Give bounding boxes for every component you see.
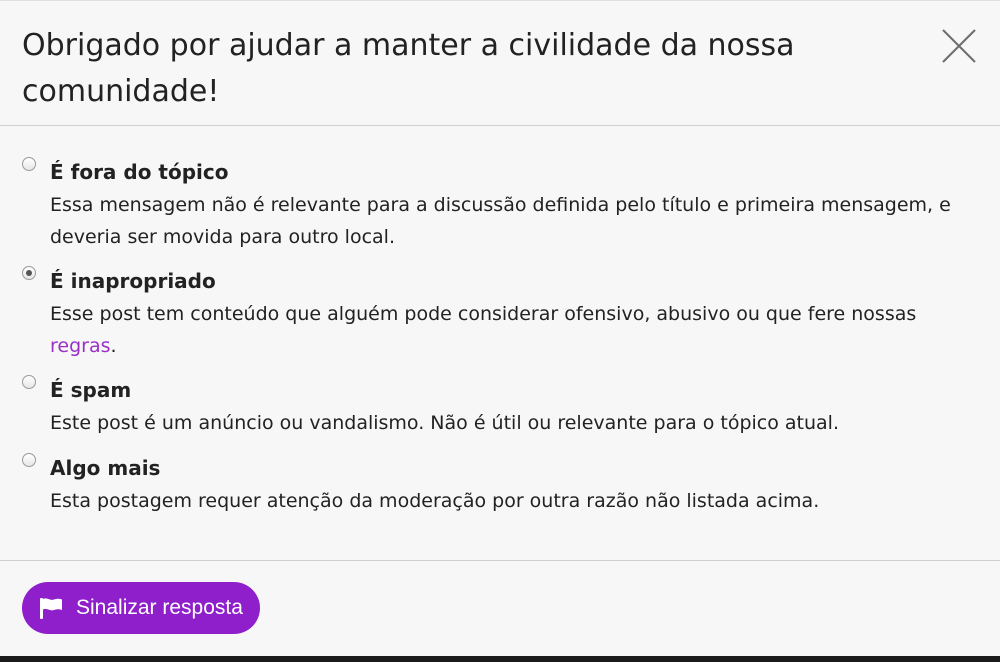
modal-title: Obrigado por ajudar a manter a civilidad…	[22, 28, 795, 109]
option-title: É inapropriado	[50, 269, 216, 293]
option-description: Essa mensagem não é relevante para a dis…	[50, 194, 951, 248]
radio-off-topic[interactable]	[22, 157, 36, 171]
rules-link[interactable]: regras	[50, 335, 111, 357]
radio-something-else[interactable]	[22, 453, 36, 467]
flag-button-label: Sinalizar resposta	[76, 596, 243, 619]
flag-icon	[38, 596, 64, 620]
radio-inappropriate[interactable]	[22, 266, 36, 280]
option-description: Esse post tem conteúdo que alguém pode c…	[50, 298, 970, 362]
modal-footer: Sinalizar resposta	[0, 561, 1000, 656]
flag-reply-button[interactable]: Sinalizar resposta	[22, 582, 260, 634]
modal-header: Obrigado por ajudar a manter a civilidad…	[0, 1, 1000, 126]
option-description-text: Esse post tem conteúdo que alguém pode c…	[50, 303, 917, 325]
flag-options-list: É fora do tópico Essa mensagem não é rel…	[0, 126, 1000, 561]
option-title: É fora do tópico	[50, 160, 229, 184]
option-description: Esta postagem requer atenção da moderaçã…	[50, 490, 820, 512]
close-button[interactable]	[940, 27, 978, 65]
option-description-end: .	[110, 335, 117, 357]
flag-modal: Obrigado por ajudar a manter a civilidad…	[0, 0, 1000, 656]
option-description: Este post é um anúncio ou vandalismo. Nã…	[50, 412, 839, 434]
radio-spam[interactable]	[22, 375, 36, 389]
option-title: Algo mais	[50, 456, 161, 480]
option-title: É spam	[50, 378, 132, 402]
close-icon	[940, 27, 978, 65]
